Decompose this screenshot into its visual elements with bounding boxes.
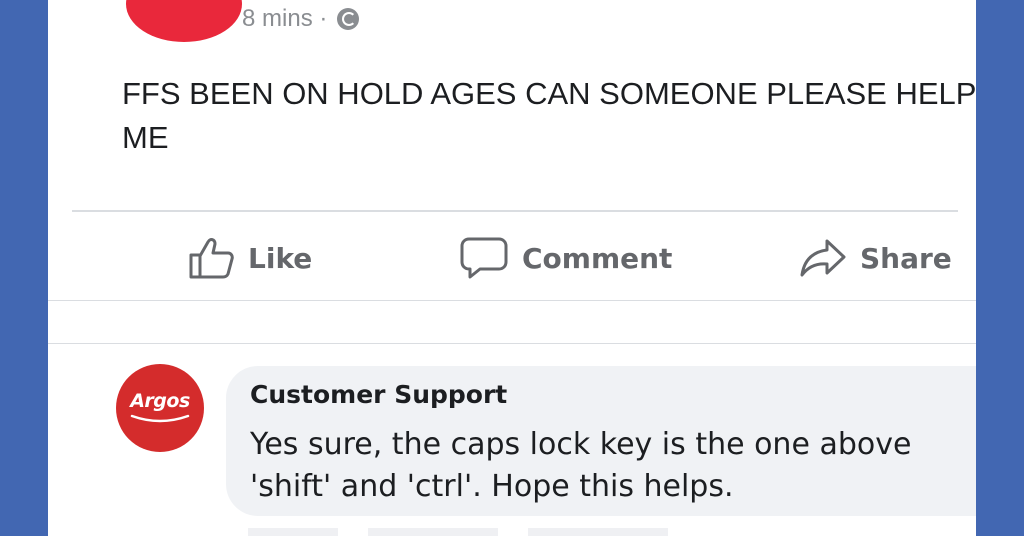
comment-actions-row: [248, 528, 668, 536]
argos-logo-text: Argos: [130, 390, 190, 412]
divider: [48, 343, 976, 344]
globe-icon: [337, 8, 360, 30]
post-actions-bar: Like Comment Share: [118, 226, 976, 290]
comment-author[interactable]: Customer Support: [250, 380, 507, 409]
share-icon: [800, 238, 846, 278]
divider: [72, 210, 958, 212]
redacted-avatar[interactable]: [126, 0, 242, 42]
argos-swoosh-icon: [130, 414, 190, 423]
share-button[interactable]: Share: [800, 226, 952, 290]
post-timestamp[interactable]: 8 mins ·: [242, 5, 327, 33]
comment-bubble: Customer Support Yes sure, the caps lock…: [226, 366, 976, 516]
post-text: FFS BEEN ON HOLD AGES CAN SOMEONE PLEASE…: [122, 76, 976, 155]
thumbs-up-icon: [188, 237, 234, 279]
argos-avatar[interactable]: Argos: [116, 364, 204, 452]
divider: [48, 300, 976, 301]
comment-icon: [460, 236, 508, 280]
comment-button[interactable]: Comment: [460, 226, 672, 290]
post-card: 8 mins · FFS BEEN ON HOLD AGES CAN SOMEO…: [48, 0, 976, 536]
comment-text: Yes sure, the caps lock key is the one a…: [250, 427, 912, 504]
like-button[interactable]: Like: [188, 226, 312, 290]
share-label: Share: [860, 241, 952, 275]
like-label: Like: [248, 241, 313, 275]
comment-label: Comment: [522, 241, 673, 275]
post-meta: 8 mins ·: [242, 2, 360, 36]
